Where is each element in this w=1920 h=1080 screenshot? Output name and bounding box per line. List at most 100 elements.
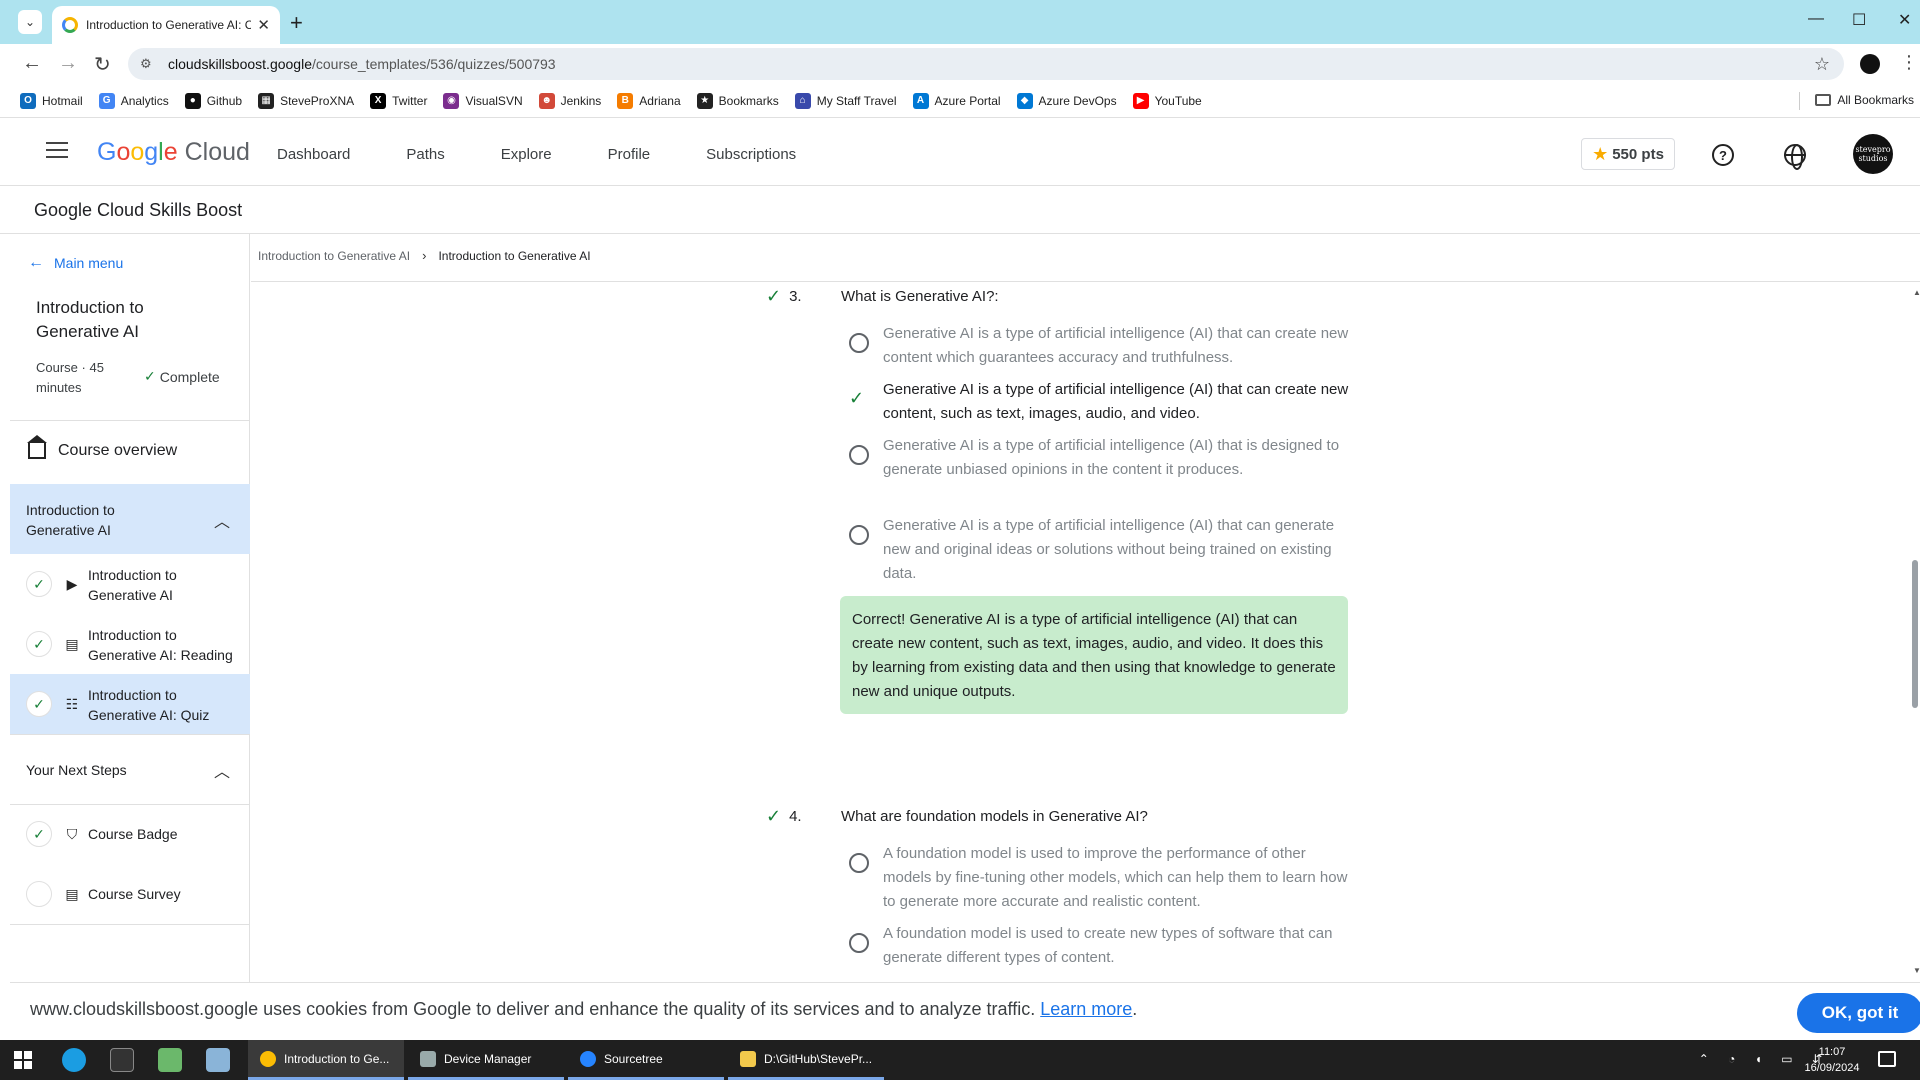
bookmark-github[interactable]: ● Github: [184, 92, 242, 109]
scroll-down-arrow-icon[interactable]: ▼: [1913, 966, 1920, 975]
browser-toolbar: ← → ↻ ⚙ cloudskillsboost.google /course_…: [0, 44, 1920, 84]
q3-option-2-correct[interactable]: ✓ Generative AI is a type of artificial …: [849, 378, 1349, 428]
bookmarks-icon: ★: [696, 92, 713, 109]
question-4-text: What are foundation models in Generative…: [841, 808, 1148, 825]
nav-subscriptions[interactable]: Subscriptions: [706, 146, 796, 163]
nav-profile[interactable]: Profile: [608, 146, 651, 163]
bookmark-visualsvn[interactable]: ◉ VisualSVN: [443, 92, 523, 109]
notifications-icon[interactable]: [1878, 1051, 1896, 1067]
reload-button[interactable]: ↻: [94, 52, 111, 77]
bookmark-label: Azure Portal: [934, 93, 1001, 108]
radio-button[interactable]: [849, 933, 869, 953]
all-bookmarks-button[interactable]: All Bookmarks: [1815, 93, 1914, 107]
site-settings-icon[interactable]: ⚙: [140, 56, 156, 72]
section-intro-genai[interactable]: Introduction to Generative AI ︿: [10, 484, 250, 554]
scroll-up-arrow-icon[interactable]: ▲: [1913, 288, 1920, 297]
forward-button[interactable]: →: [58, 52, 78, 75]
cookie-accept-button[interactable]: OK, got it: [1797, 993, 1920, 1033]
bookmark-steveproxna[interactable]: ▦ SteveProXNA: [258, 92, 354, 109]
q3-option-3[interactable]: Generative AI is a type of artificial in…: [849, 434, 1349, 508]
option-text: Generative AI is a type of artificial in…: [883, 437, 1340, 478]
bookmark-azure-portal[interactable]: A Azure Portal: [912, 92, 1001, 109]
q4-option-2[interactable]: A foundation model is used to create new…: [849, 922, 1349, 972]
edge-icon[interactable]: [62, 1048, 86, 1072]
maximize-button[interactable]: ☐: [1852, 10, 1866, 30]
chevron-up-icon[interactable]: ︿: [214, 508, 230, 532]
main-menu-label: Main menu: [54, 255, 124, 271]
hamburger-menu-icon[interactable]: [46, 142, 68, 163]
chevron-right-icon: ›: [422, 248, 427, 263]
sidebar-item-survey[interactable]: ▤ Course Survey: [10, 864, 250, 924]
bookmark-star-icon[interactable]: ☆: [1814, 54, 1830, 75]
bookmark-label: Analytics: [120, 93, 169, 108]
taskbar-app-explorer[interactable]: D:\GitHub\StevePr...: [728, 1040, 884, 1080]
bookmark-label: Adriana: [639, 93, 681, 108]
completed-check-icon: ✓: [26, 821, 52, 847]
device-manager-icon: [420, 1050, 436, 1067]
clock-time: 11:07: [1818, 1046, 1846, 1058]
section-next-steps[interactable]: Your Next Steps ︿: [10, 734, 250, 804]
tab-title: Introduction to Generative AI: C: [86, 18, 252, 32]
notepad-icon[interactable]: [158, 1048, 182, 1072]
sidebar-item-video[interactable]: ✓ ▶ Introduction to Generative AI: [10, 554, 250, 614]
analytics-icon: G: [98, 92, 115, 109]
language-globe-icon[interactable]: [1784, 144, 1806, 170]
radio-button[interactable]: [849, 445, 869, 465]
sidebar-item-label: Course Badge: [88, 826, 178, 842]
taskbar-app-chrome[interactable]: Introduction to Ge...: [248, 1040, 404, 1080]
course-overview-link[interactable]: Course overview: [27, 435, 177, 460]
address-bar[interactable]: ⚙ cloudskillsboost.google /course_templa…: [128, 48, 1844, 80]
bookmark-azure-devops[interactable]: ◆ Azure DevOps: [1016, 92, 1117, 109]
taskbar-app-sourcetree[interactable]: Sourcetree: [568, 1040, 724, 1080]
browser-profile-avatar[interactable]: [1860, 54, 1880, 74]
chevron-up-icon[interactable]: ︿: [214, 758, 230, 782]
tab-search-button[interactable]: ⌄: [18, 10, 42, 34]
close-tab-icon[interactable]: ✕: [257, 16, 270, 34]
help-icon[interactable]: ?: [1712, 144, 1734, 166]
windows-start-icon[interactable]: [14, 1051, 32, 1069]
bookmark-analytics[interactable]: G Analytics: [98, 92, 169, 109]
nav-paths[interactable]: Paths: [406, 146, 444, 163]
minimize-button[interactable]: —: [1808, 10, 1824, 28]
q3-option-4[interactable]: Generative AI is a type of artificial in…: [849, 514, 1349, 588]
clock-date: 16/09/2024: [1804, 1062, 1860, 1074]
sidebar-item-quiz[interactable]: ✓ ☷ Introduction to Generative AI: Quiz: [10, 674, 250, 734]
close-window-button[interactable]: ✕: [1898, 10, 1911, 30]
points-value: 550 pts: [1612, 145, 1664, 163]
bookmark-youtube[interactable]: ▶ YouTube: [1132, 92, 1202, 109]
bookmark-hotmail[interactable]: O Hotmail: [20, 92, 83, 109]
home-icon: [27, 435, 47, 459]
bookmark-jenkins[interactable]: ☻ Jenkins: [538, 92, 601, 109]
q3-option-1[interactable]: Generative AI is a type of artificial in…: [849, 322, 1349, 372]
nav-dashboard[interactable]: Dashboard: [277, 146, 350, 163]
radio-button[interactable]: [849, 333, 869, 353]
visual-studio-icon[interactable]: [206, 1048, 230, 1072]
nav-explore[interactable]: Explore: [501, 146, 552, 163]
learn-more-link[interactable]: Learn more: [1040, 999, 1132, 1019]
user-avatar[interactable]: stevepro studios: [1853, 134, 1893, 174]
taskbar-app-device-manager[interactable]: Device Manager: [408, 1040, 564, 1080]
taskbar-clock[interactable]: 11:07 16/09/2024: [1800, 1044, 1864, 1076]
sidebar-item-badge[interactable]: ✓ ⛉ Course Badge: [10, 804, 250, 864]
q4-option-1[interactable]: A foundation model is used to improve th…: [849, 842, 1349, 916]
bookmark-bookmarks[interactable]: ★ Bookmarks: [696, 92, 779, 109]
back-button[interactable]: ←: [22, 52, 42, 75]
scrollbar-thumb[interactable]: [1912, 560, 1918, 708]
bookmark-my-staff-travel[interactable]: ⌂ My Staff Travel: [794, 92, 897, 109]
terminal-icon[interactable]: [110, 1048, 134, 1072]
browser-menu-icon[interactable]: ⋮: [1900, 52, 1918, 73]
bookmark-twitter[interactable]: X Twitter: [370, 92, 427, 109]
sidebar-item-reading[interactable]: ✓ ▤ Introduction to Generative AI: Readi…: [10, 614, 250, 674]
section-label: Your Next Steps: [26, 762, 127, 778]
browser-tab-active[interactable]: Introduction to Generative AI: C ✕: [52, 6, 280, 44]
hotmail-icon: O: [20, 92, 36, 109]
breadcrumb-parent-link[interactable]: Introduction to Generative AI: [258, 249, 410, 263]
new-tab-button[interactable]: +: [290, 10, 303, 36]
points-badge[interactable]: ★ 550 pts: [1581, 138, 1675, 170]
radio-button[interactable]: [849, 525, 869, 545]
radio-button[interactable]: [849, 853, 869, 873]
main-menu-link[interactable]: ← Main menu: [28, 254, 123, 272]
google-cloud-logo[interactable]: Google Cloud: [97, 138, 250, 167]
bookmark-adriana[interactable]: B Adriana: [617, 92, 681, 109]
all-bookmarks-label: All Bookmarks: [1837, 93, 1914, 107]
